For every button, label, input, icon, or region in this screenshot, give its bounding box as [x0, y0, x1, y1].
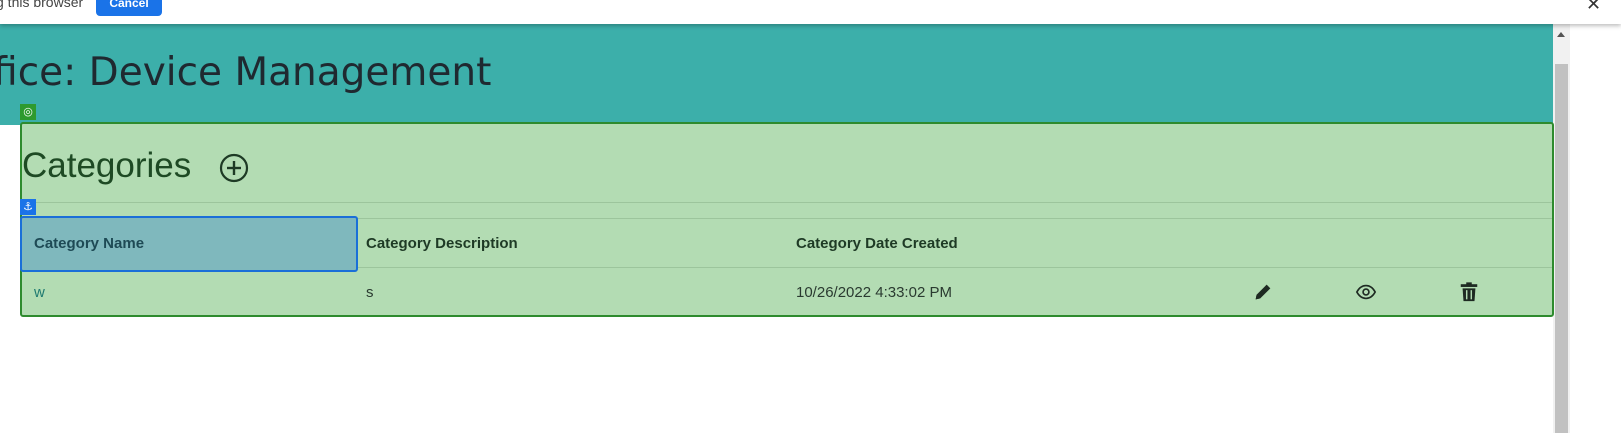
- column-header-category-name[interactable]: Category Name: [34, 235, 144, 252]
- trash-icon[interactable]: [1458, 281, 1480, 303]
- target-badge-icon: ◎: [20, 104, 36, 120]
- anchor-badge-icon: ⚓: [20, 199, 36, 215]
- cell-category-name[interactable]: w: [34, 284, 45, 301]
- cell-category-date-created: 10/26/2022 4:33:02 PM: [796, 284, 952, 301]
- circle-plus-icon[interactable]: [219, 153, 249, 183]
- column-header-category-description[interactable]: Category Description: [366, 235, 518, 252]
- cancel-button[interactable]: Cancel: [96, 0, 162, 16]
- divider: [22, 202, 1552, 203]
- page: g this browser Cancel ✕ ffice: Device Ma…: [0, 0, 1621, 433]
- close-icon[interactable]: ✕: [1586, 0, 1601, 13]
- notification-bar: g this browser Cancel ✕: [0, 0, 1621, 24]
- scroll-up-arrow-icon[interactable]: [1557, 32, 1565, 37]
- cell-category-description: s: [366, 284, 374, 301]
- section-title: Categories: [22, 146, 192, 185]
- scroll-thumb[interactable]: [1555, 64, 1568, 433]
- notification-text: g this browser: [0, 0, 84, 10]
- pencil-icon[interactable]: [1252, 281, 1274, 303]
- eye-icon[interactable]: [1355, 281, 1377, 303]
- vertical-scrollbar[interactable]: [1553, 24, 1570, 433]
- column-header-category-date-created[interactable]: Category Date Created: [796, 235, 958, 252]
- page-title: ffice: Device Management: [0, 50, 492, 95]
